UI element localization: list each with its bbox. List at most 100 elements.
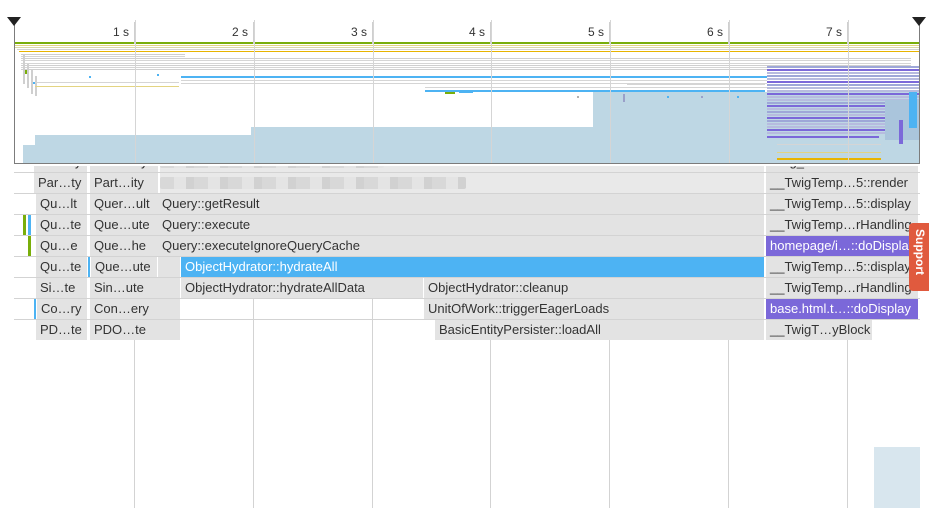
flame-frame[interactable]: Query::executeIgnoreQueryCache — [158, 236, 764, 256]
overview-bar — [777, 144, 881, 145]
overview-bar — [767, 132, 901, 134]
flame-frame-marker[interactable] — [28, 236, 31, 256]
overview-bar — [425, 87, 767, 88]
tick-line — [728, 22, 729, 44]
overview-bar — [181, 76, 767, 78]
tick-label: 3 s — [350, 25, 367, 39]
flame-frame-marker[interactable] — [88, 257, 90, 277]
tick-label: 5 s — [587, 25, 604, 39]
overview-bar — [767, 84, 919, 86]
overview-bar — [35, 82, 179, 83]
flame-frame-marker[interactable] — [158, 299, 180, 319]
flame-frame[interactable]: Que…ute — [90, 215, 158, 235]
flame-frame[interactable]: __TwigTemp…5::render — [766, 173, 918, 193]
flame-frame-marker[interactable] — [158, 257, 180, 277]
tick-label: 4 s — [468, 25, 485, 39]
overview-bar — [445, 92, 455, 94]
flame-frame[interactable]: UnitOfWork::triggerEagerLoads — [424, 299, 764, 319]
overview-bar — [33, 82, 35, 84]
overview-bar — [27, 64, 29, 88]
tick-line — [847, 22, 848, 44]
redacted-content — [160, 177, 466, 189]
flame-frame[interactable]: Qu…e — [36, 236, 87, 256]
flame-frame[interactable]: Part…ity — [90, 173, 158, 193]
tick-label: 1 s — [112, 25, 129, 39]
flame-frame[interactable]: ObjectHydrator::hydrateAllData — [181, 278, 423, 298]
flame-frame-marker[interactable] — [34, 299, 36, 319]
flame-frame[interactable]: Qu…te — [36, 215, 87, 235]
flame-frame[interactable]: __TwigTemp…rHandling — [766, 278, 918, 298]
overview-bar — [777, 158, 881, 160]
flame-frame[interactable]: __TwigTemp…5::display — [766, 257, 918, 277]
flame-frame[interactable]: ObjectHydrator::hydrateAll — [181, 257, 764, 277]
overview-bar — [21, 65, 911, 66]
overview-bar — [767, 75, 919, 77]
overview-bar — [767, 72, 919, 74]
tick-label: 7 s — [825, 25, 842, 39]
overview-bar — [767, 81, 919, 83]
flame-frame-marker[interactable] — [28, 215, 31, 235]
flame-frame[interactable]: Qu…lt — [36, 194, 87, 214]
tick-line — [372, 22, 373, 44]
tick-label: 6 s — [706, 25, 723, 39]
overview-bar — [181, 80, 767, 81]
flame-frame[interactable]: Si…te — [36, 278, 87, 298]
overview-bar — [31, 70, 33, 94]
overview-bar — [21, 60, 911, 61]
flame-frame[interactable]: Que…he — [90, 236, 158, 256]
flame-frame[interactable]: __TwigTemp…rHandling — [766, 215, 918, 235]
overview-bar — [767, 96, 919, 98]
flame-frame[interactable]: Qu…te — [36, 257, 87, 277]
overview-bar — [737, 96, 739, 98]
flame-frame[interactable]: Co…ry — [37, 299, 87, 319]
overview-bar — [181, 83, 767, 84]
overview-bar — [767, 136, 879, 138]
overview-bar — [767, 123, 901, 125]
flame-frame[interactable]: Que…ute — [91, 257, 157, 277]
flame-frame[interactable]: base.html.t…::doDisplay — [766, 299, 918, 319]
overview-bar — [767, 126, 901, 128]
overview-bar — [89, 76, 91, 78]
overview-bar — [767, 69, 919, 71]
overview-bar — [577, 96, 579, 98]
tick-label: 2 s — [231, 25, 248, 39]
flame-frame[interactable]: Pro…ty — [34, 166, 87, 172]
overview-bar — [701, 96, 703, 98]
flame-frame[interactable]: __TwigTemp…5::display — [766, 194, 918, 214]
flame-frame[interactable]: BasicEntityPersister::loadAll — [435, 320, 764, 340]
flame-frame[interactable]: Par…ty — [34, 173, 87, 193]
overview-bar — [767, 114, 901, 116]
overview-bar — [23, 54, 25, 84]
flame-frame[interactable]: Query::execute — [158, 215, 764, 235]
flame-frame[interactable]: Quer…ult — [90, 194, 158, 214]
flame-frame[interactable]: __TwigT…yBlock — [766, 320, 872, 340]
overview-bar — [767, 78, 919, 80]
overview-bar — [21, 58, 911, 59]
flame-frame-marker[interactable] — [158, 320, 180, 340]
flame-frame[interactable]: ObjectHydrator::cleanup — [424, 278, 764, 298]
tick-line — [253, 22, 254, 44]
flame-frame-marker[interactable] — [158, 278, 180, 298]
flame-frame-marker[interactable] — [23, 215, 26, 235]
overview-sample-area — [593, 92, 765, 163]
flame-frame[interactable]: PD…te — [36, 320, 87, 340]
tick-line — [609, 22, 610, 44]
overview-bar — [425, 90, 765, 92]
flame-frame[interactable]: PDO…te — [90, 320, 158, 340]
overview-bar — [909, 92, 917, 128]
flame-frame[interactable]: Con…ery — [90, 299, 158, 319]
overview-bar — [767, 90, 919, 92]
overview-bar — [667, 96, 669, 98]
overview-bar — [627, 84, 765, 85]
flame-frame[interactable]: Query::getResult — [158, 194, 764, 214]
flame-frame[interactable]: Sin…ute — [90, 278, 158, 298]
selection-overlay — [874, 447, 920, 508]
overview-bar — [623, 94, 625, 102]
flame-frame[interactable]: Twig_Enviro…nt::render — [766, 166, 918, 172]
support-tab[interactable]: Support — [909, 223, 929, 291]
timeline-ruler-top: 1 s 2 s 3 s 4 s 5 s 6 s 7 s — [0, 0, 929, 45]
overview-bar — [767, 111, 901, 113]
overview-sample-area — [251, 127, 593, 163]
flame-frame[interactable]: homepage/i…::doDisplay — [766, 236, 918, 256]
flame-frame[interactable]: Prod…ity — [90, 166, 158, 172]
